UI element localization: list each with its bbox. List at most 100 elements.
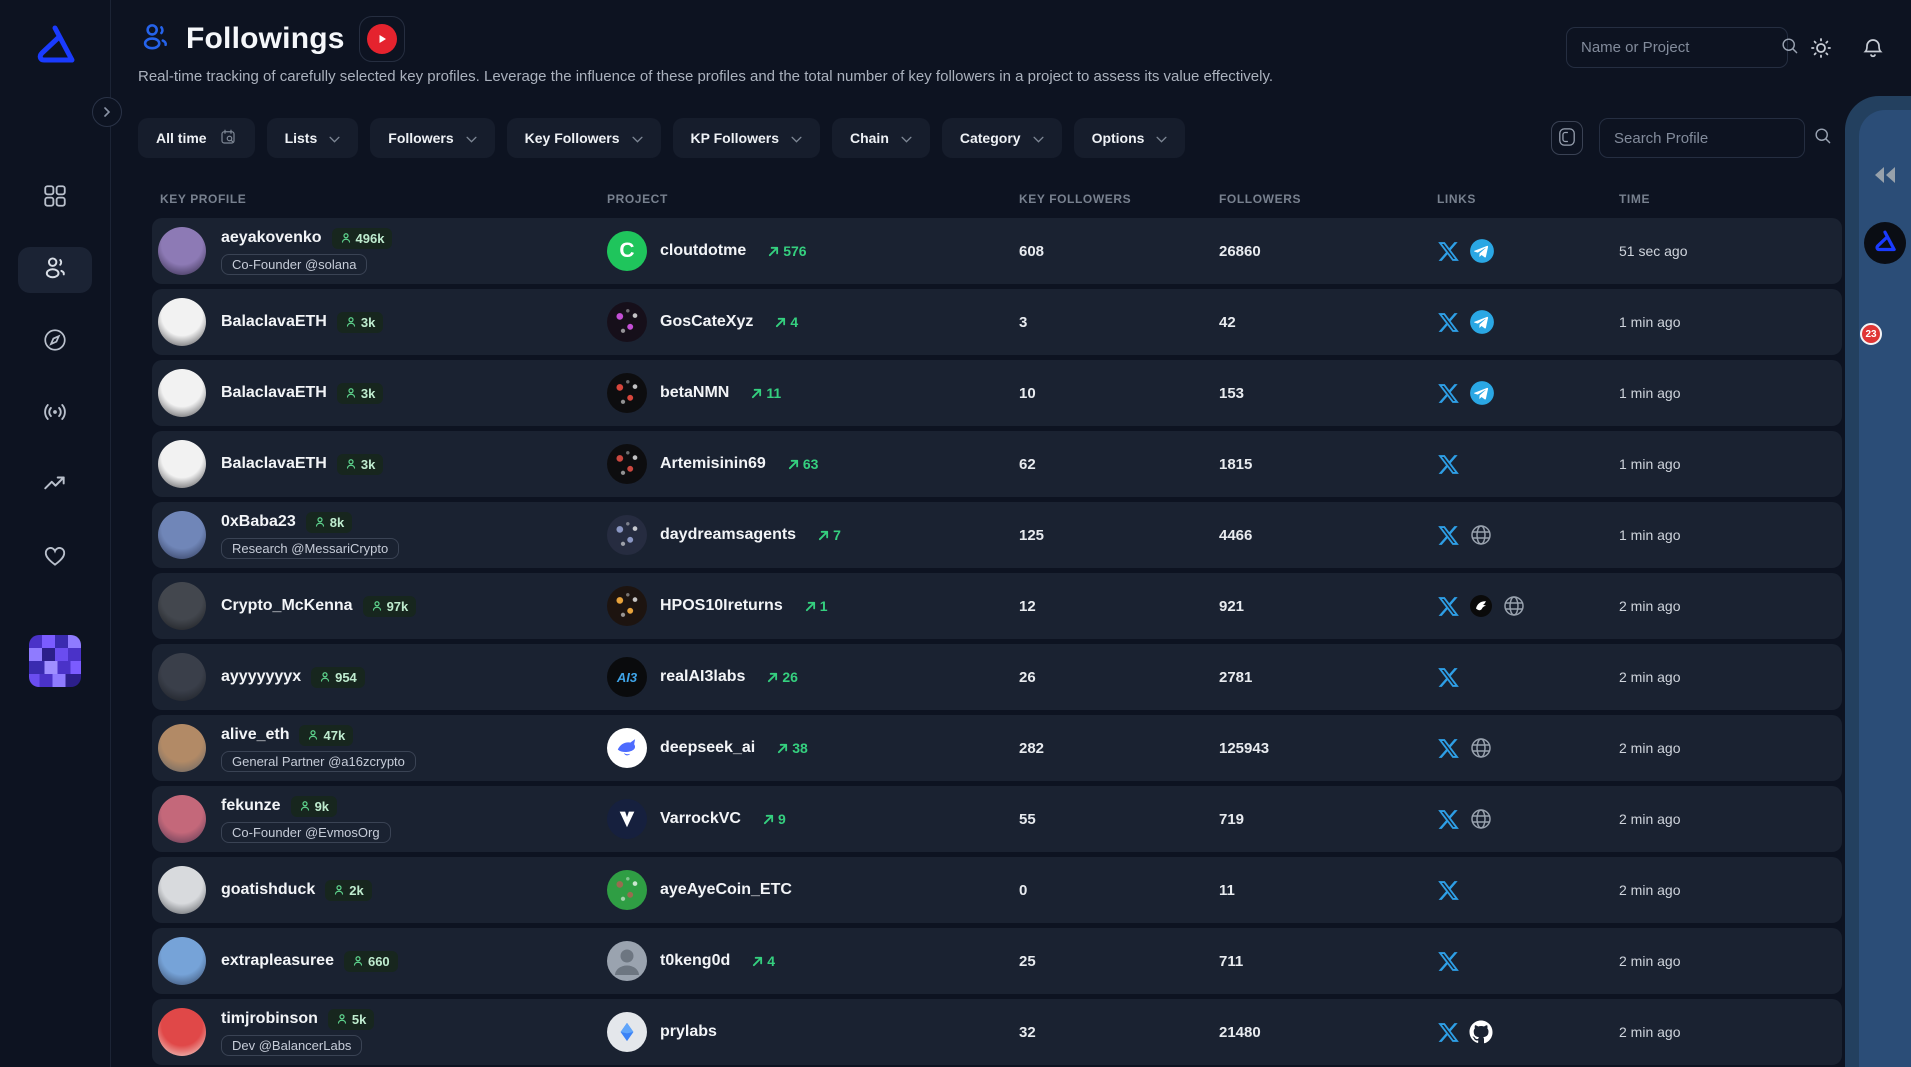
profile-name[interactable]: extrapleasuree [221, 952, 334, 970]
sidebar-item-favorites[interactable] [18, 535, 92, 581]
table-row[interactable]: ayyyyyyyx 954 AI3 realAI3labs 26 26 2781… [152, 644, 1842, 710]
sidebar-item-trends[interactable] [18, 463, 92, 509]
x-icon[interactable] [1437, 595, 1460, 618]
profile-name[interactable]: 0xBaba23 [221, 513, 296, 531]
telegram-icon[interactable] [1469, 380, 1495, 406]
eagle-icon[interactable] [1469, 594, 1493, 618]
profile-avatar[interactable] [158, 937, 206, 985]
x-icon[interactable] [1437, 382, 1460, 405]
website-icon[interactable] [1469, 736, 1493, 760]
profile-avatar[interactable] [158, 582, 206, 630]
project-name[interactable]: HPOS10Ireturns [660, 597, 783, 615]
x-icon[interactable] [1437, 808, 1460, 831]
project-name[interactable]: Artemisinin69 [660, 455, 766, 473]
profile-avatar[interactable] [158, 653, 206, 701]
website-icon[interactable] [1469, 807, 1493, 831]
project-name[interactable]: cloutdotme [660, 242, 746, 260]
telegram-icon[interactable] [1469, 238, 1495, 264]
table-row[interactable]: timjrobinson 5k Dev @BalancerLabs prylab… [152, 999, 1842, 1065]
x-icon[interactable] [1437, 453, 1460, 476]
project-name[interactable]: VarrockVC [660, 810, 741, 828]
profile-avatar[interactable] [158, 511, 206, 559]
table-row[interactable]: BalaclavaETH 3k GosCateXyz 4 3 42 1 min … [152, 289, 1842, 355]
telegram-icon[interactable] [1469, 309, 1495, 335]
filter-options[interactable]: Options [1074, 118, 1186, 158]
filter-category[interactable]: Category [942, 118, 1062, 158]
project-icon[interactable] [607, 799, 647, 839]
sidebar-item-dashboard[interactable] [18, 175, 92, 221]
profile-avatar[interactable] [158, 1008, 206, 1056]
x-icon[interactable] [1437, 950, 1460, 973]
global-search-input[interactable] [1581, 39, 1780, 56]
notifications-button[interactable] [1861, 36, 1885, 63]
theme-toggle-button[interactable] [1809, 36, 1833, 63]
project-icon[interactable] [607, 586, 647, 626]
user-avatar[interactable] [29, 635, 81, 687]
profile-avatar[interactable] [158, 795, 206, 843]
filter-lists[interactable]: Lists [267, 118, 359, 158]
table-row[interactable]: extrapleasuree 660 t0keng0d 4 25 711 2 m… [152, 928, 1842, 994]
sidebar-item-signals[interactable] [18, 391, 92, 437]
panel-app-logo[interactable]: 23 [1864, 222, 1906, 264]
filter-all-time[interactable]: All time [138, 118, 255, 158]
project-name[interactable]: prylabs [660, 1023, 717, 1041]
profile-avatar[interactable] [158, 369, 206, 417]
profile-avatar[interactable] [158, 866, 206, 914]
project-icon[interactable] [607, 302, 647, 342]
play-button[interactable] [359, 16, 405, 62]
profile-name[interactable]: ayyyyyyyx [221, 668, 301, 686]
profile-name[interactable]: Crypto_McKenna [221, 597, 353, 615]
profile-name[interactable]: BalaclavaETH [221, 313, 327, 331]
collapse-panel-icon[interactable] [1871, 166, 1899, 189]
project-icon[interactable] [607, 373, 647, 413]
project-icon[interactable] [607, 728, 647, 768]
project-icon[interactable] [607, 515, 647, 555]
profile-name[interactable]: goatishduck [221, 881, 315, 899]
project-name[interactable]: realAI3labs [660, 668, 745, 686]
project-icon[interactable] [607, 1012, 647, 1052]
project-name[interactable]: daydreamsagents [660, 526, 796, 544]
x-icon[interactable] [1437, 524, 1460, 547]
table-row[interactable]: BalaclavaETH 3k Artemisinin69 63 62 1815… [152, 431, 1842, 497]
app-logo-icon[interactable] [32, 22, 78, 79]
website-icon[interactable] [1502, 594, 1526, 618]
project-icon[interactable] [607, 941, 647, 981]
project-name[interactable]: ayeAyeCoin_ETC [660, 881, 792, 899]
table-row[interactable]: Crypto_McKenna 97k HPOS10Ireturns 1 12 9… [152, 573, 1842, 639]
website-icon[interactable] [1469, 523, 1493, 547]
table-row[interactable]: fekunze 9k Co-Founder @EvmosOrg VarrockV… [152, 786, 1842, 852]
x-icon[interactable] [1437, 666, 1460, 689]
sidebar-expand-button[interactable] [92, 97, 122, 127]
project-name[interactable]: t0keng0d [660, 952, 730, 970]
profile-search-input[interactable] [1614, 130, 1813, 147]
x-icon[interactable] [1437, 311, 1460, 334]
profile-name[interactable]: fekunze [221, 797, 281, 815]
table-row[interactable]: aeyakovenko 496k Co-Founder @solana C cl… [152, 218, 1842, 284]
table-row[interactable]: goatishduck 2k ayeAyeCoin_ETC 0 11 2 min… [152, 857, 1842, 923]
project-icon[interactable] [607, 870, 647, 910]
profile-name[interactable]: aeyakovenko [221, 229, 322, 247]
panel-toggle-button[interactable] [1551, 121, 1583, 155]
profile-name[interactable]: alive_eth [221, 726, 289, 744]
x-icon[interactable] [1437, 1021, 1460, 1044]
project-icon[interactable] [607, 444, 647, 484]
project-name[interactable]: betaNMN [660, 384, 729, 402]
table-row[interactable]: 0xBaba23 8k Research @MessariCrypto dayd… [152, 502, 1842, 568]
filter-followers[interactable]: Followers [370, 118, 494, 158]
profile-avatar[interactable] [158, 440, 206, 488]
table-row[interactable]: BalaclavaETH 3k betaNMN 11 10 153 1 min … [152, 360, 1842, 426]
filter-chain[interactable]: Chain [832, 118, 930, 158]
sidebar-item-explore[interactable] [18, 319, 92, 365]
x-icon[interactable] [1437, 240, 1460, 263]
project-name[interactable]: GosCateXyz [660, 313, 753, 331]
project-name[interactable]: deepseek_ai [660, 739, 755, 757]
profile-avatar[interactable] [158, 724, 206, 772]
profile-name[interactable]: timjrobinson [221, 1010, 318, 1028]
x-icon[interactable] [1437, 737, 1460, 760]
github-icon[interactable] [1469, 1020, 1493, 1044]
sidebar-item-followings[interactable] [18, 247, 92, 293]
filter-key-followers[interactable]: Key Followers [507, 118, 661, 158]
x-icon[interactable] [1437, 879, 1460, 902]
profile-avatar[interactable] [158, 298, 206, 346]
profile-name[interactable]: BalaclavaETH [221, 455, 327, 473]
